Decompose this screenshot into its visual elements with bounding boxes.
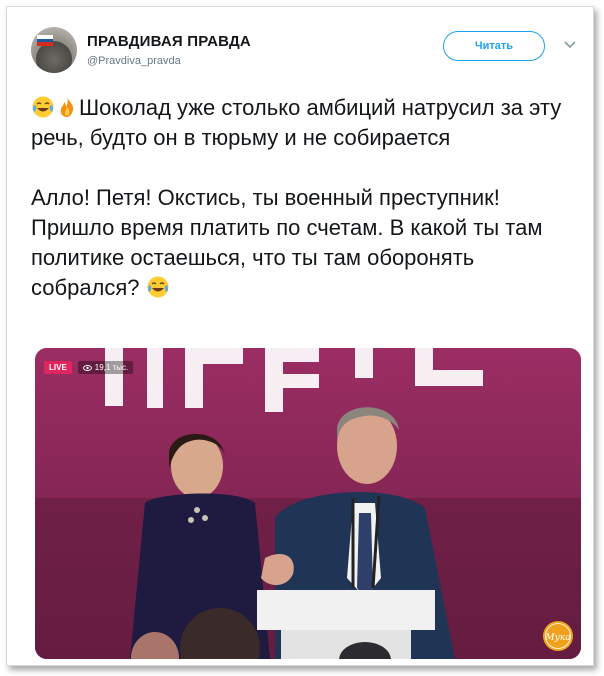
live-badge: LIVE 19,1 тыс. (44, 360, 134, 375)
watermark-logo: Мука (543, 621, 573, 651)
fire-emoji-icon (60, 97, 74, 117)
flag-icon (37, 35, 53, 46)
video-frame (35, 348, 581, 659)
tweet-card: ПРАВДИВАЯ ПРАВДА @Pravdiva_pravda Читать… (6, 6, 594, 666)
user-handle[interactable]: @Pravdiva_pravda (87, 55, 181, 67)
tweet-paragraph-2: Алло! Петя! Окстись, ты военный преступн… (31, 183, 581, 303)
tweet-paragraph-1: Шоколад уже столько амбиций натрусил за … (31, 93, 581, 153)
tears-of-joy-emoji-icon (32, 96, 54, 118)
view-count: 19,1 тыс. (77, 361, 134, 374)
eye-icon (82, 364, 92, 371)
embedded-video[interactable]: LIVE 19,1 тыс. Мука (35, 348, 581, 659)
live-label: LIVE (44, 361, 72, 374)
tears-of-joy-emoji-icon (147, 276, 169, 298)
tweet-text: Шоколад уже столько амбиций натрусил за … (31, 93, 581, 333)
svg-text:Мука: Мука (544, 633, 570, 643)
tweet-paragraph-2-text: Алло! Петя! Окстись, ты военный преступн… (31, 185, 543, 300)
display-name[interactable]: ПРАВДИВАЯ ПРАВДА (87, 33, 251, 50)
chevron-down-icon[interactable] (561, 35, 579, 53)
follow-button[interactable]: Читать (443, 31, 545, 61)
tweet-paragraph-1-text: Шоколад уже столько амбиций натрусил за … (31, 95, 562, 150)
avatar[interactable] (31, 27, 77, 73)
tweet-header: ПРАВДИВАЯ ПРАВДА @Pravdiva_pravda Читать (21, 21, 579, 81)
view-count-text: 19,1 тыс. (94, 363, 129, 372)
